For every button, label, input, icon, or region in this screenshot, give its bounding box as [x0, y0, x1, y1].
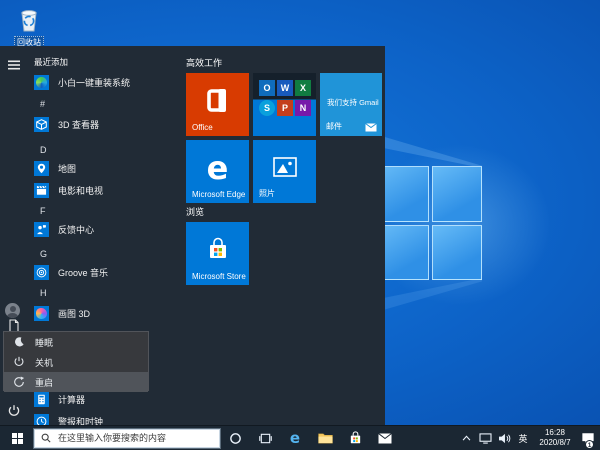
start-button[interactable]: [0, 426, 34, 450]
power-button[interactable]: [7, 404, 21, 418]
taskbar-edge-button[interactable]: e: [280, 426, 310, 450]
cortana-button[interactable]: [220, 426, 250, 450]
app-item-feedback-hub[interactable]: 反馈中心: [34, 221, 94, 237]
taskbar: e: [0, 425, 600, 450]
power-menu-sleep[interactable]: 睡眠: [4, 332, 148, 352]
outlook-mini-icon: O: [259, 80, 275, 96]
recently-added-header: 最近添加: [34, 56, 68, 68]
tile-microsoft-store[interactable]: Microsoft Store: [186, 222, 249, 285]
store-taskbar-icon: [349, 431, 362, 445]
taskbar-store-button[interactable]: [340, 426, 370, 450]
section-letter-f[interactable]: F: [40, 206, 46, 216]
ime-language-indicator[interactable]: 英: [515, 432, 531, 445]
search-icon: [41, 433, 51, 443]
section-letter-hash[interactable]: #: [40, 99, 45, 109]
sleep-moon-icon: [13, 336, 25, 348]
onenote-mini-icon: N: [295, 100, 311, 116]
tile-office-folder[interactable]: O W X S P N: [253, 73, 316, 136]
recycle-bin-icon: [17, 6, 41, 32]
tile-photos[interactable]: 照片: [253, 140, 316, 203]
tile-mail[interactable]: 我们支持 Gmail 邮件: [320, 73, 382, 136]
speaker-icon: [498, 433, 511, 444]
mail-tile-message: 我们支持 Gmail: [327, 97, 379, 108]
show-hidden-icons-button[interactable]: [458, 426, 475, 450]
app-item-groove-music[interactable]: Groove 音乐: [34, 264, 108, 280]
maps-icon: [34, 161, 49, 176]
network-display-icon: [479, 433, 492, 444]
power-options-menu: 睡眠 关机 重启: [3, 331, 149, 391]
section-letter-d[interactable]: D: [40, 145, 47, 155]
calculator-icon: [34, 392, 49, 407]
app-item-calculator[interactable]: 计算器: [34, 391, 85, 407]
recycle-bin-desktop-icon[interactable]: 回收站: [6, 6, 52, 50]
tile-group-header-productivity: 高效工作: [186, 56, 222, 69]
mail-taskbar-icon: [378, 433, 392, 444]
tile-office[interactable]: Office: [186, 73, 249, 136]
windows-logo-wallpaper: [378, 166, 482, 280]
clock-time: 16:28: [533, 428, 577, 438]
app-item-3d-viewer[interactable]: 3D 查看器: [34, 116, 99, 132]
search-input[interactable]: [56, 432, 206, 444]
volume-button[interactable]: [496, 426, 513, 450]
edge-taskbar-icon: e: [290, 431, 300, 446]
taskbar-mail-button[interactable]: [370, 426, 400, 450]
feedback-hub-icon: [34, 222, 49, 237]
power-menu-restart[interactable]: 重启: [4, 372, 148, 392]
user-account-button[interactable]: [5, 303, 20, 318]
windows-desktop: 回收站 最近添加 小白一键重装系统 # 3D 查看器 D: [0, 0, 600, 450]
task-view-button[interactable]: [250, 426, 280, 450]
3d-viewer-icon: [34, 117, 49, 132]
xiaobai-reinstall-icon: [34, 75, 49, 90]
word-mini-icon: W: [277, 80, 293, 96]
file-explorer-button[interactable]: [310, 426, 340, 450]
taskbar-clock[interactable]: 16:28 2020/8/7: [533, 428, 577, 448]
movies-tv-icon: [34, 183, 49, 198]
app-item-movies-tv[interactable]: 电影和电视: [34, 182, 103, 198]
app-item-paint-3d[interactable]: 画图 3D: [34, 305, 90, 321]
clock-date: 2020/8/7: [533, 438, 577, 448]
task-view-icon: [259, 432, 272, 445]
tile-group-header-browse: 浏览: [186, 205, 204, 218]
skype-mini-icon: S: [259, 100, 275, 116]
taskbar-search-box[interactable]: [34, 429, 220, 448]
cortana-icon: [229, 432, 242, 445]
mail-envelope-icon: [365, 123, 377, 132]
notification-badge: 1: [585, 440, 594, 449]
groove-music-icon: [34, 265, 49, 280]
menu-expand-icon[interactable]: [7, 58, 21, 72]
tile-microsoft-edge[interactable]: e Microsoft Edge: [186, 140, 249, 203]
shutdown-power-icon: [13, 356, 25, 368]
file-explorer-icon: [318, 432, 333, 444]
excel-mini-icon: X: [295, 80, 311, 96]
restart-icon: [13, 376, 25, 388]
network-status-button[interactable]: [477, 426, 494, 450]
system-tray: 英 16:28 2020/8/7 1: [458, 426, 600, 450]
paint-3d-icon: [34, 306, 49, 321]
app-item-maps[interactable]: 地图: [34, 160, 76, 176]
start-menu: 最近添加 小白一键重装系统 # 3D 查看器 D 地图 电影和电视 F: [0, 46, 385, 425]
section-letter-h[interactable]: H: [40, 288, 47, 298]
app-item-xiaobai[interactable]: 小白一键重装系统: [34, 74, 130, 90]
windows-start-icon: [12, 433, 23, 444]
section-letter-g[interactable]: G: [40, 249, 47, 259]
action-center-button[interactable]: 1: [579, 426, 596, 450]
power-menu-shutdown[interactable]: 关机: [4, 352, 148, 372]
powerpoint-mini-icon: P: [277, 100, 293, 116]
chevron-up-icon: [462, 435, 471, 441]
